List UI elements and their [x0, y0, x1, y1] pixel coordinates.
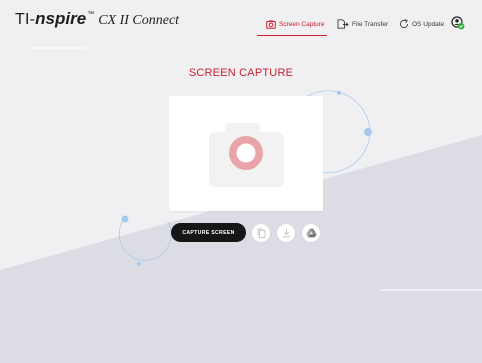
top-bar: TI- nspire ™ CX II Connect Screen Captur…: [0, 0, 482, 40]
google-drive-icon: [305, 228, 317, 238]
copy-icon: [257, 228, 265, 238]
download-button[interactable]: [277, 224, 295, 242]
file-transfer-icon: [337, 19, 349, 29]
nav-screen-capture-label: Screen Capture: [279, 20, 325, 28]
camera-placeholder-icon: [209, 123, 284, 187]
logo-nspire: nspire: [35, 9, 87, 28]
google-drive-button[interactable]: [302, 224, 320, 242]
decor-arc: [319, 131, 371, 174]
screen-preview-area: [169, 96, 323, 211]
refresh-icon: [399, 19, 409, 29]
account-connected-icon: [451, 16, 465, 30]
nav-file-transfer-label: File Transfer: [352, 20, 389, 28]
logo-ti: TI-: [15, 11, 36, 28]
nav-os-update-label: OS Update: [412, 20, 445, 28]
nav-screen-capture[interactable]: Screen Capture: [266, 14, 325, 34]
decor-dot: [337, 91, 341, 95]
logo-product-name: CX II Connect: [98, 13, 180, 28]
nav-file-transfer[interactable]: File Transfer: [337, 14, 388, 34]
page-title: SCREEN CAPTURE: [188, 67, 294, 79]
nav-os-update[interactable]: OS Update: [399, 14, 444, 34]
camera-icon: [266, 19, 276, 29]
decor-dot: [364, 128, 372, 136]
logo-trademark: ™: [87, 11, 95, 18]
copy-button[interactable]: [252, 224, 270, 242]
decor-dot: [137, 262, 141, 266]
account-status-button[interactable]: [451, 16, 465, 30]
app-logo: TI- nspire ™ CX II Connect: [15, 9, 179, 29]
active-tab-indicator: [257, 35, 327, 36]
download-icon: [282, 228, 290, 238]
decor-dot: [121, 215, 129, 223]
capture-screen-button[interactable]: CAPTURE SCREEN: [171, 223, 246, 242]
